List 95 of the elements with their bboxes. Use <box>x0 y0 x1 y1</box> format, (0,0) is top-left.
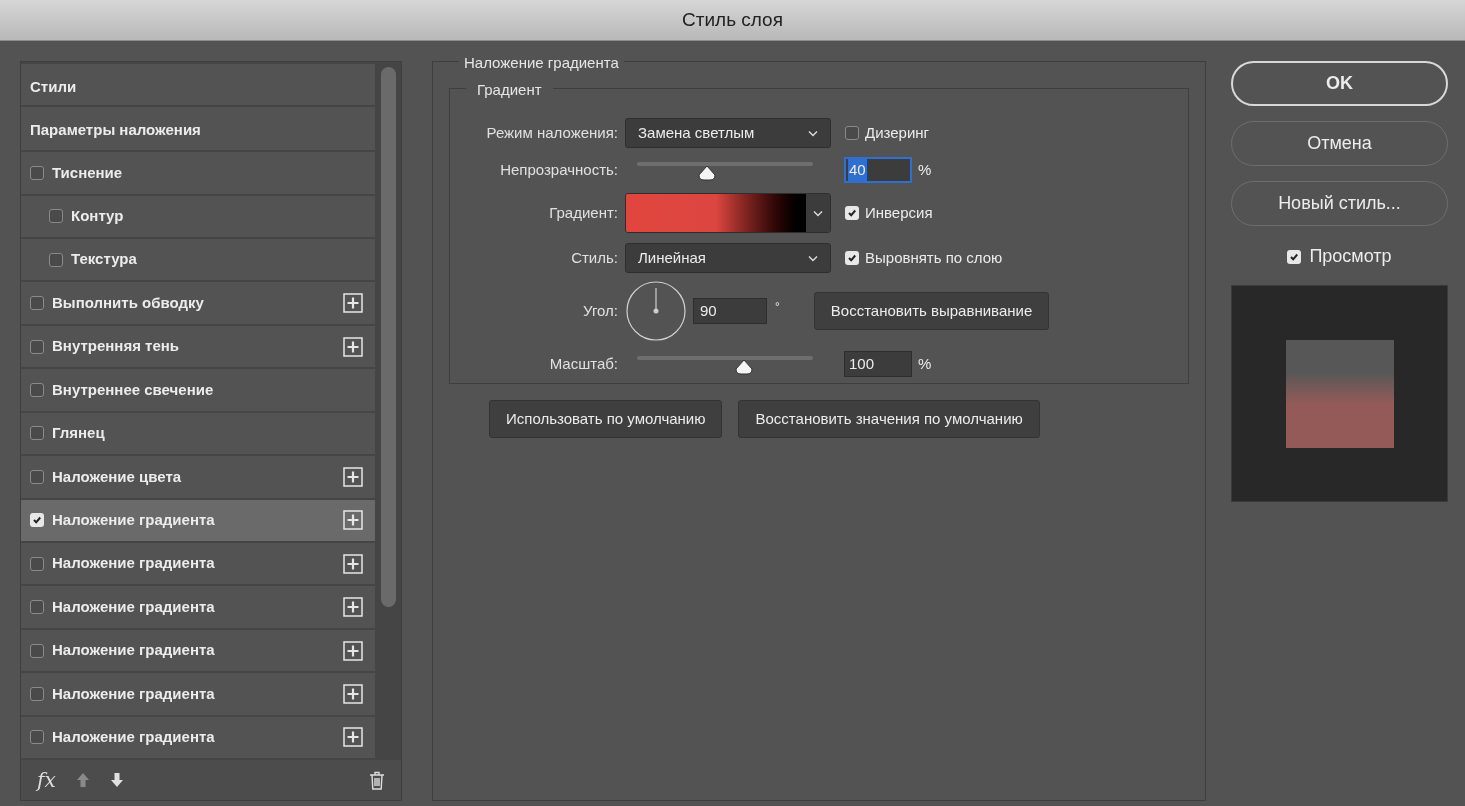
add-icon[interactable] <box>343 683 363 704</box>
item-label: Наложение градиента <box>52 640 216 661</box>
checkbox-label: Выровнять по слою <box>865 247 1003 268</box>
checkbox[interactable] <box>845 126 859 140</box>
item-label: Выполнить обводку <box>52 292 205 313</box>
sidebar-item[interactable]: Текстура <box>21 239 375 281</box>
checkbox-label: Инверсия <box>865 202 933 223</box>
trash-icon[interactable] <box>369 770 385 790</box>
checkbox[interactable] <box>30 296 44 311</box>
arrow-down-icon[interactable] <box>109 772 124 788</box>
add-icon[interactable] <box>343 640 363 661</box>
add-icon[interactable] <box>343 293 363 314</box>
gradient-picker[interactable] <box>625 193 831 233</box>
sidebar-item[interactable]: Наложение градиента <box>21 673 375 715</box>
sidebar-item[interactable]: Наложение градиента <box>21 499 375 541</box>
checkbox[interactable] <box>30 556 44 571</box>
unit-label: % <box>918 159 932 180</box>
item-label: Контур <box>71 206 125 227</box>
item-label: Наложение градиента <box>52 683 216 704</box>
window-title: Стиль слоя <box>0 0 1465 41</box>
slider[interactable] <box>637 353 813 375</box>
slider[interactable] <box>637 159 813 181</box>
checkbox[interactable] <box>30 382 44 397</box>
field-label: Угол: <box>582 300 619 321</box>
item-label: Наложение цвета <box>52 466 183 487</box>
angle-field[interactable]: 90 <box>693 298 767 324</box>
angle-dial[interactable] <box>625 280 687 342</box>
field-label: Непрозрачность: <box>499 159 619 180</box>
checkbox[interactable] <box>30 600 44 615</box>
sidebar-item[interactable]: Наложение градиента <box>21 629 375 672</box>
fx-button[interactable]: fx <box>37 765 56 795</box>
checkbox[interactable] <box>30 469 44 484</box>
add-icon[interactable] <box>343 597 363 618</box>
slider-thumb[interactable] <box>697 165 718 181</box>
scrollbar[interactable] <box>380 67 396 607</box>
checkbox[interactable] <box>30 426 44 441</box>
caret-icon <box>808 129 818 137</box>
item-label: Наложение градиента <box>52 553 216 574</box>
item-label: Наложение градиента <box>52 510 216 530</box>
checkbox[interactable] <box>30 339 44 354</box>
field-label: Масштаб: <box>548 353 619 374</box>
slider-thumb[interactable] <box>734 359 755 375</box>
sidebar-item[interactable]: Внутреннее свечение <box>21 369 375 411</box>
add-icon[interactable] <box>343 336 363 357</box>
sidebar-header[interactable]: Стили <box>21 64 375 105</box>
checkbox-label: Просмотр <box>1309 245 1392 268</box>
sidebar-item[interactable]: Тиснение <box>21 152 375 194</box>
checkbox[interactable] <box>1287 249 1302 264</box>
sidebar-item[interactable]: Глянец <box>21 412 375 455</box>
sidebar-item[interactable]: Наложение градиента <box>21 542 375 585</box>
unit-label: % <box>918 353 932 374</box>
default-button[interactable]: Восстановить значения по умолчанию <box>738 400 1040 438</box>
sidebar-header[interactable]: Параметры наложения <box>21 106 375 151</box>
item-label: Текстура <box>71 249 138 270</box>
opacity-field[interactable]: 40 <box>844 157 912 183</box>
sidebar-item[interactable]: Наложение градиента <box>21 586 375 628</box>
checkbox[interactable] <box>49 252 63 267</box>
item-label: Внутреннее свечение <box>52 379 215 400</box>
checkbox-label: Дизеринг <box>865 122 930 143</box>
dialog-button[interactable]: OK <box>1231 61 1448 106</box>
field-label: Режим наложения: <box>485 122 619 143</box>
caret-icon <box>808 254 818 262</box>
checkbox[interactable] <box>30 730 44 745</box>
checkbox[interactable] <box>845 206 859 220</box>
sidebar-item[interactable]: Выполнить обводку <box>21 282 375 324</box>
style-dropdown[interactable]: Линейная <box>625 243 831 273</box>
checkbox[interactable] <box>49 209 63 224</box>
field-label: Стиль: <box>570 247 619 268</box>
sidebar-item[interactable]: Наложение цвета <box>21 456 375 498</box>
unit-label: ° <box>775 299 780 316</box>
add-icon[interactable] <box>343 466 363 487</box>
sidebar-item[interactable]: Внутренняя тень <box>21 325 375 368</box>
scale-field[interactable]: 100 <box>844 351 912 377</box>
add-icon[interactable] <box>343 553 363 574</box>
caret-icon <box>813 209 823 217</box>
arrow-up-icon[interactable] <box>75 772 90 788</box>
checkbox[interactable] <box>30 643 44 658</box>
item-label: Глянец <box>52 423 106 444</box>
reset-alignment-button[interactable]: Восстановить выравнивание <box>813 292 1050 330</box>
sidebar-item[interactable]: Наложение градиента <box>21 716 375 759</box>
item-label: Наложение градиента <box>52 596 216 617</box>
item-label: Наложение градиента <box>52 727 216 748</box>
item-label: Внутренняя тень <box>52 336 181 357</box>
sidebar-item[interactable]: Контур <box>21 195 375 237</box>
checkbox[interactable] <box>30 513 44 528</box>
checkbox[interactable] <box>845 251 859 265</box>
default-button[interactable]: Использовать по умолчанию <box>489 400 723 438</box>
blend-mode-dropdown[interactable]: Замена светлым <box>625 118 831 148</box>
checkbox[interactable] <box>30 165 44 180</box>
checkbox[interactable] <box>30 686 44 701</box>
add-icon[interactable] <box>343 727 363 748</box>
add-icon[interactable] <box>343 510 363 531</box>
item-label: Тиснение <box>52 162 124 183</box>
field-label: Градиент: <box>548 202 619 223</box>
gradient-swatch[interactable] <box>626 194 806 232</box>
